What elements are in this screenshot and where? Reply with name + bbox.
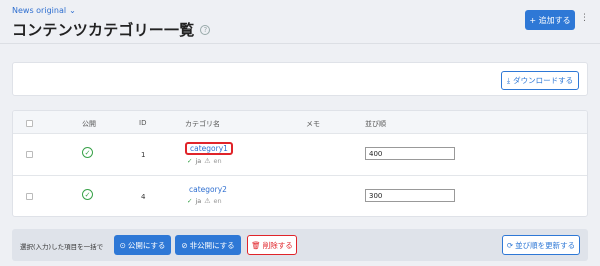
category-link[interactable]: category1 [185,142,233,155]
category-table: 公開 ID カテゴリ名 メモ 並び順 ✓ 1 category1 ✓ ja ⚠ … [12,110,588,217]
lang-en: en [213,157,222,165]
add-button[interactable]: + 追加する [525,10,575,30]
ban-icon: ⊘ [181,240,188,250]
row-checkbox[interactable] [26,193,33,200]
update-order-label: 並び順を更新する [515,240,576,250]
table-row: ✓ 1 category1 ✓ ja ⚠ en 400 [13,134,587,176]
category-cell: category1 ✓ ja ⚠ en [185,142,233,165]
check-icon: ✓ [187,197,193,205]
page-title: コンテンツカテゴリー一覧 [12,21,195,39]
bulk-label: 選択(入力)した項目を一括で [20,243,104,251]
row-checkbox[interactable] [26,151,33,158]
delete-button[interactable]: 🗑 削除する [247,235,297,255]
published-check-icon: ✓ [82,189,93,200]
lang-ja: ja [195,197,202,205]
check-icon: ✓ [187,157,193,165]
download-button[interactable]: ⤓ ダウンロードする [501,71,579,90]
publish-label: 公開にする [127,240,166,250]
column-name: カテゴリ名 [185,120,220,128]
published-check-icon: ✓ [82,147,93,158]
refresh-icon: ⟳ [506,240,514,250]
lang-en: en [213,197,222,205]
publish-button[interactable]: ⊙ 公開にする [114,235,171,255]
download-card: ⤓ ダウンロードする [12,62,588,96]
delete-label: 削除する [262,240,293,250]
table-row: ✓ 4 category2 ✓ ja ⚠ en 300 [13,176,587,216]
chevron-down-icon: ⌄ [69,6,76,15]
more-menu-icon[interactable]: ⋮ [580,13,589,23]
help-icon[interactable]: ? [200,24,211,35]
download-label: ダウンロードする [513,76,574,85]
column-published: 公開 [82,120,96,128]
unpublish-label: 非公開にする [189,240,235,250]
category-link[interactable]: category2 [185,184,231,195]
warning-icon: ⚠ [204,157,211,165]
category-cell: category2 ✓ ja ⚠ en [185,184,231,205]
select-all-checkbox[interactable] [26,120,33,127]
check-circle-icon: ⊙ [119,240,126,250]
column-memo: メモ [306,120,320,128]
page-header: News original ⌄ コンテンツカテゴリー一覧 ? [12,6,211,40]
header-divider [0,43,600,44]
warning-icon: ⚠ [204,197,211,205]
site-switcher[interactable]: News original ⌄ [12,6,210,15]
bulk-action-bar: 選択(入力)した項目を一括で ⊙ 公開にする ⊘ 非公開にする 🗑 削除する ⟳… [12,229,588,261]
language-status: ✓ ja ⚠ en [185,197,231,205]
unpublish-button[interactable]: ⊘ 非公開にする [175,235,241,255]
download-icon: ⤓ [506,75,511,85]
row-id: 4 [141,193,146,201]
lang-ja: ja [195,157,202,165]
column-id: ID [139,119,147,127]
language-status: ✓ ja ⚠ en [185,157,233,165]
row-id: 1 [141,151,146,159]
update-order-button[interactable]: ⟳ 並び順を更新する [502,235,580,255]
table-header: 公開 ID カテゴリ名 メモ 並び順 [13,111,587,134]
trash-icon: 🗑 [251,240,261,250]
column-order: 並び順 [365,120,386,128]
site-name: News original [12,6,67,15]
order-input[interactable]: 400 [365,147,455,160]
order-input[interactable]: 300 [365,189,455,202]
